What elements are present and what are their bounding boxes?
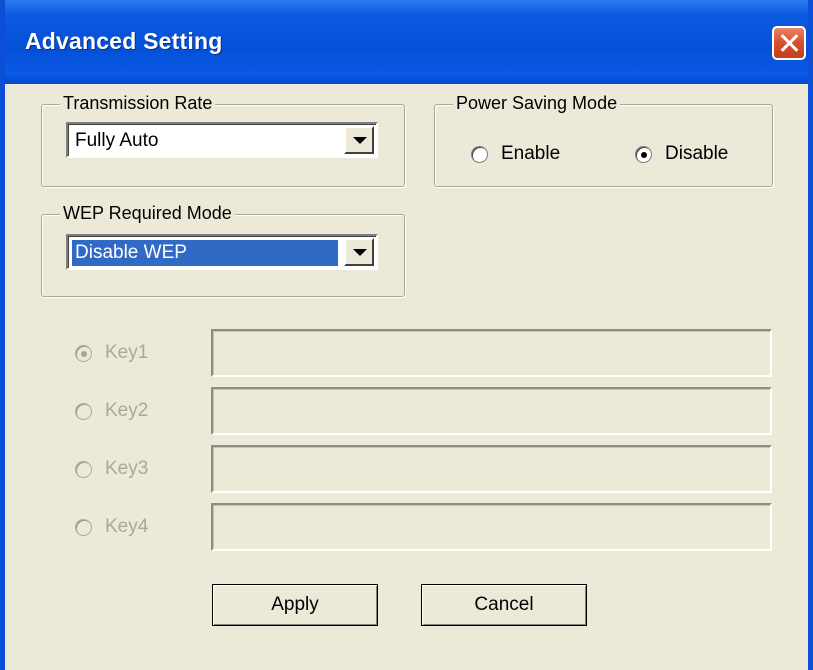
transmission-rate-value: Fully Auto [75,130,159,151]
transmission-rate-label: Transmission Rate [60,93,216,114]
key4-input[interactable] [211,503,772,551]
key2-label: Key2 [105,400,149,421]
power-saving-enable-label: Enable [501,143,561,164]
radio-checked-icon [75,344,92,362]
key2-radio[interactable]: Key2 [75,400,148,422]
radio-icon [75,460,92,478]
key1-label: Key1 [105,342,149,363]
wep-required-mode-label: WEP Required Mode [60,203,235,224]
window-title: Advanced Setting [25,28,223,54]
chevron-down-icon[interactable] [344,238,374,266]
key1-radio[interactable]: Key1 [75,342,148,364]
key3-input[interactable] [211,445,772,493]
close-icon[interactable] [772,26,806,60]
wep-required-mode-group: WEP Required Mode Disable WEP [41,203,405,297]
key3-radio[interactable]: Key3 [75,458,148,480]
advanced-setting-window: Advanced Setting Transmission Rate Fully… [0,0,813,670]
apply-button[interactable]: Apply [212,584,378,626]
key1-input[interactable] [211,329,772,377]
key4-label: Key4 [105,516,149,537]
key2-input[interactable] [211,387,772,435]
key4-radio[interactable]: Key4 [75,516,148,538]
radio-icon [75,518,92,536]
power-saving-mode-label: Power Saving Mode [453,93,621,114]
cancel-button[interactable]: Cancel [421,584,587,626]
title-bar[interactable]: Advanced Setting [5,0,808,84]
transmission-rate-dropdown[interactable]: Fully Auto [66,122,378,158]
wep-mode-dropdown[interactable]: Disable WEP [66,234,378,270]
chevron-down-icon[interactable] [344,126,374,154]
radio-checked-icon [635,145,652,163]
power-saving-enable-radio[interactable]: Enable [471,143,560,165]
radio-icon [75,402,92,420]
power-saving-disable-label: Disable [665,143,729,164]
key3-label: Key3 [105,458,149,479]
power-saving-disable-radio[interactable]: Disable [635,143,728,165]
radio-icon [471,145,488,163]
dialog-body: Transmission Rate Fully Auto Power Savin… [5,84,808,670]
power-saving-mode-group: Power Saving Mode Enable Disable [434,93,773,187]
wep-mode-value: Disable WEP [72,240,338,266]
transmission-rate-group: Transmission Rate Fully Auto [41,93,405,187]
